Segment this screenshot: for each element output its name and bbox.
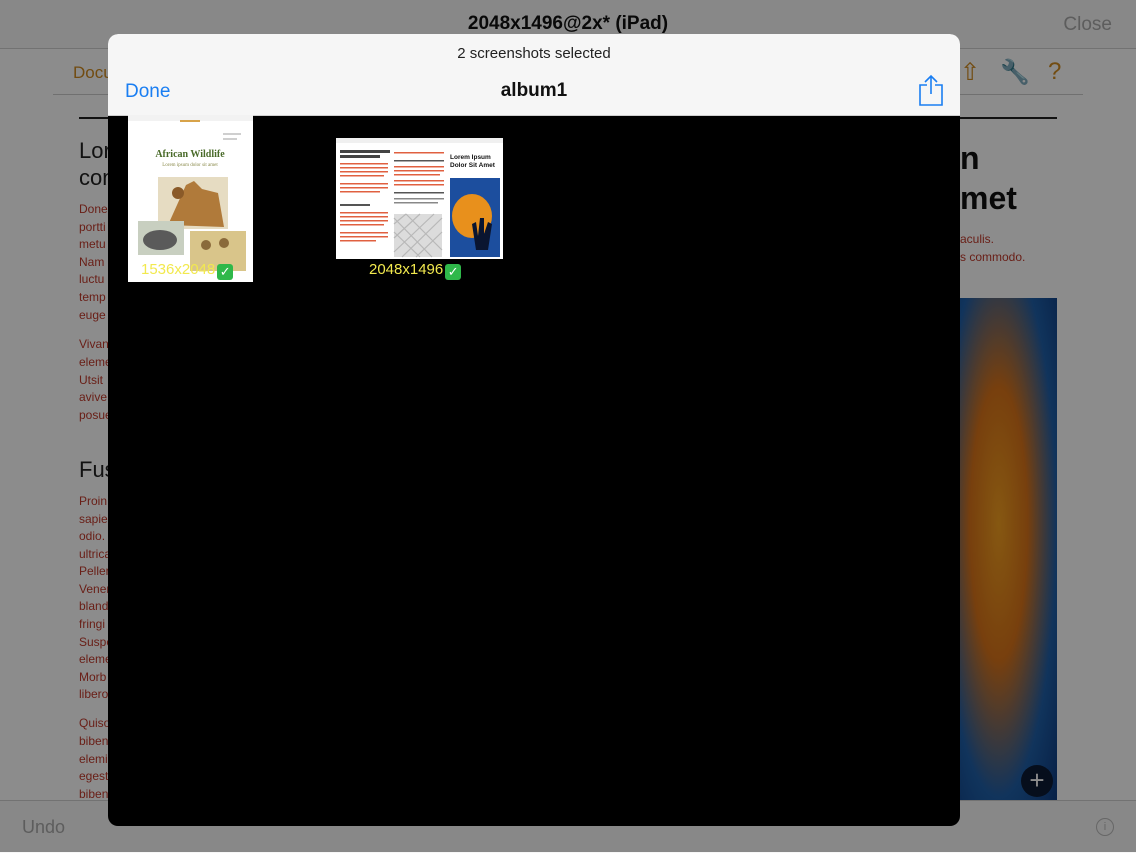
selection-status: 2 screenshots selected [457, 45, 611, 62]
screenshot-thumbnail-2[interactable]: Lorem Ipsum Dolor Sit Amet [336, 138, 503, 259]
album-title: album1 [500, 80, 568, 101]
svg-text:Lorem Ipsum: Lorem Ipsum [450, 154, 491, 161]
checkmark-icon: ✓ [445, 264, 462, 280]
screenshot-thumbnail-1[interactable]: African Wildlife Lorem ipsum dolor sit a… [128, 115, 253, 282]
checkmark-icon: ✓ [217, 264, 234, 280]
svg-text:Dolor Sit Amet: Dolor Sit Amet [450, 162, 496, 169]
doc-subtitle: Lorem ipsum dolor sit amet [162, 163, 218, 168]
screenshot-album-modal: 2 screenshots selected Done album1 Afric… [108, 34, 960, 826]
modal-header: 2 screenshots selected Done album1 [108, 34, 960, 116]
african-wildlife-preview: African Wildlife Lorem ipsum dolor sit a… [128, 115, 253, 282]
screenshot-label-1: 1536x2048 ✓ [141, 261, 234, 280]
lorem-ipsum-preview: Lorem Ipsum Dolor Sit Amet [336, 138, 503, 259]
share-icon[interactable] [918, 74, 944, 106]
doc-title: African Wildlife [155, 149, 225, 160]
screenshot-label-2: 2048x1496 ✓ [369, 261, 462, 280]
